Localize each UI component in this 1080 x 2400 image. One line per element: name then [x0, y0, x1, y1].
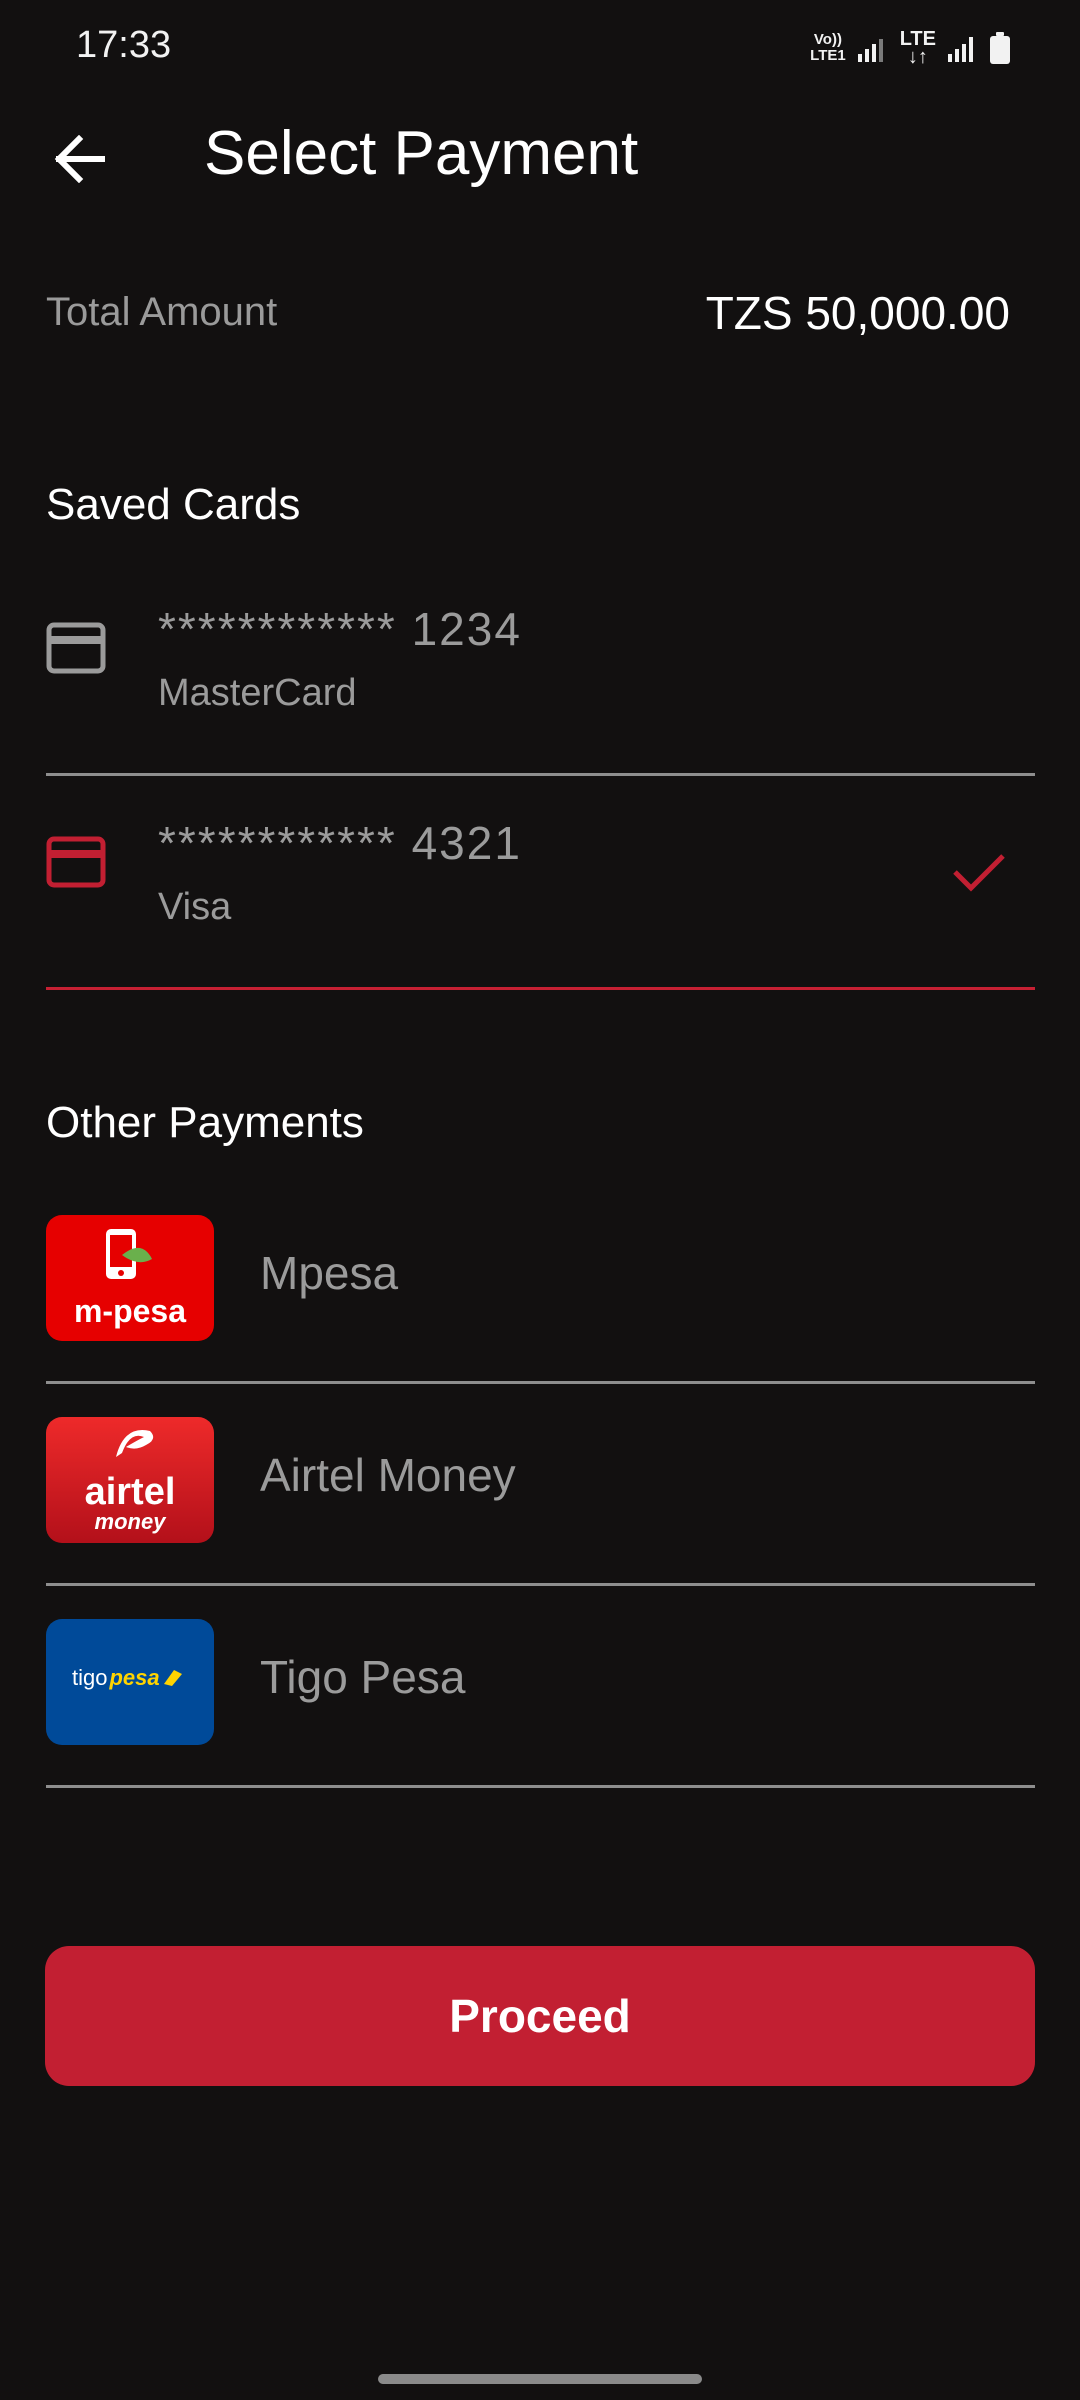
volte-indicator: Vo)) LTE1: [810, 31, 846, 64]
mpesa-logo: m-pesa: [46, 1215, 214, 1341]
saved-card-row-selected[interactable]: ************ 4321 Visa: [46, 776, 1035, 990]
back-button[interactable]: [40, 120, 118, 198]
saved-cards-title: Saved Cards: [46, 480, 301, 529]
other-payments-title: Other Payments: [46, 1098, 364, 1147]
signal-icon: [857, 39, 883, 62]
card-brand: Visa: [158, 886, 232, 928]
tigo-logo-text: tigo: [72, 1665, 108, 1690]
payment-label: Tigo Pesa: [260, 1651, 466, 1703]
card-swoosh-icon: [163, 1670, 182, 1686]
status-time: 17:33: [76, 24, 172, 66]
card-number: ************ 4321: [158, 817, 522, 869]
signal-icon: [948, 37, 973, 62]
credit-card-icon: [46, 622, 106, 674]
saved-card-row[interactable]: ************ 1234 MasterCard: [46, 562, 1035, 776]
proceed-button[interactable]: Proceed: [45, 1946, 1035, 2086]
tigo-pesa-logo: tigo pesa: [46, 1619, 214, 1745]
card-number: ************ 1234: [158, 603, 522, 655]
credit-card-icon: [46, 836, 106, 888]
payment-option-airtel-money[interactable]: airtel money Airtel Money: [46, 1384, 1035, 1586]
battery-icon: [990, 32, 1010, 64]
tigo-logo-subtext: pesa: [109, 1665, 160, 1690]
airtel-logo-subtext: money: [94, 1509, 166, 1534]
payment-option-tigo-pesa[interactable]: tigo pesa Tigo Pesa: [46, 1586, 1035, 1788]
payment-label: Airtel Money: [260, 1449, 516, 1501]
airtel-money-logo: airtel money: [46, 1417, 214, 1543]
airtel-logo-text: airtel: [84, 1471, 176, 1513]
payment-option-mpesa[interactable]: m-pesa Mpesa: [46, 1182, 1035, 1384]
mpesa-logo-text: m-pesa: [73, 1293, 187, 1329]
payment-label: Mpesa: [260, 1247, 399, 1299]
card-brand: MasterCard: [158, 672, 357, 714]
check-icon: [953, 854, 1005, 892]
total-amount-value: TZS 50,000.00: [705, 287, 1010, 339]
lte-indicator: LTE ↓↑: [899, 28, 936, 68]
total-amount-label: Total Amount: [46, 290, 278, 334]
home-indicator[interactable]: [378, 2374, 702, 2384]
page-title: Select Payment: [204, 119, 639, 188]
arrow-left-icon: [54, 135, 105, 183]
status-icons: Vo)) LTE1 LTE ↓↑: [810, 28, 1010, 68]
